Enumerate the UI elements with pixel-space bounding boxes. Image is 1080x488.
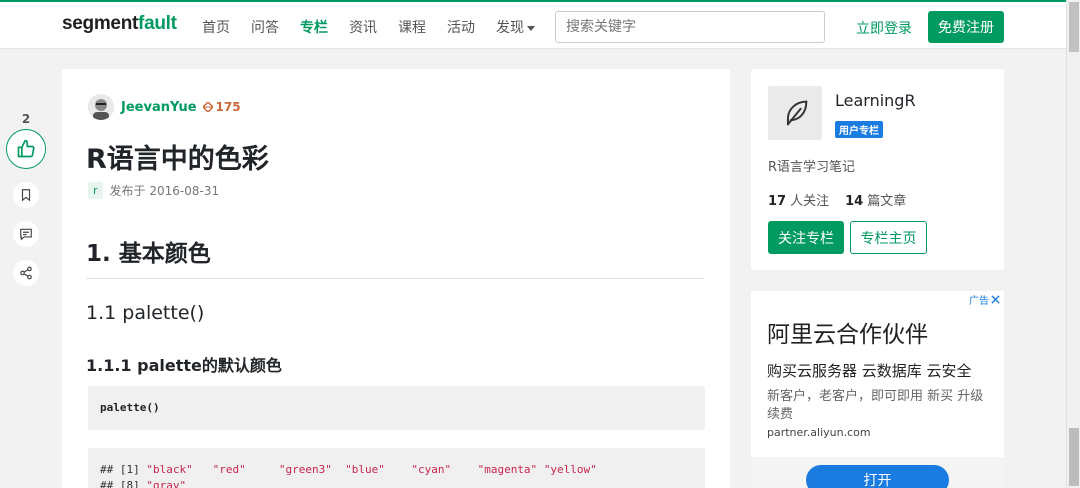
followers-stat: 17 人关注 xyxy=(768,190,829,209)
ad-label-text: 广告 xyxy=(969,296,989,307)
code-block-2: ## [1] "black" "red" "green3" "blue" "cy… xyxy=(88,448,705,488)
code-string: "cyan" xyxy=(411,463,452,476)
comment-button[interactable] xyxy=(13,221,39,247)
followers-count: 17 xyxy=(768,194,787,209)
logo-text-accent: fault xyxy=(138,13,177,34)
share-button[interactable] xyxy=(13,260,39,286)
code-string: "green3" xyxy=(278,463,332,476)
article-actions: 2 xyxy=(4,112,48,286)
feather-icon xyxy=(786,100,808,126)
window-scrollbar[interactable] xyxy=(1066,0,1080,488)
chevron-down-icon xyxy=(527,25,535,31)
like-count: 2 xyxy=(21,112,31,126)
code-block-1: palette() xyxy=(88,386,705,430)
code-output-prefix: ## [8] xyxy=(100,479,147,488)
follow-column-button[interactable]: 关注专栏 xyxy=(768,221,844,254)
author-info: JeevanYue 175 xyxy=(88,94,241,120)
logo-text-main: segment xyxy=(62,13,139,34)
nav-questions[interactable]: 问答 xyxy=(251,17,279,37)
article-meta: r 发布于 2016-08-31 xyxy=(88,182,219,199)
column-stats: 17 人关注 14 篇文章 xyxy=(768,190,906,209)
nav-home[interactable]: 首页 xyxy=(202,17,230,37)
search-input[interactable] xyxy=(555,11,825,43)
main-nav: 首页 问答 专栏 资讯 课程 活动 发现 xyxy=(202,17,556,37)
ad-label[interactable]: 广告 xyxy=(969,292,1000,307)
ad-subtitle: 购买云服务器 云数据库 云安全 xyxy=(767,362,972,380)
scrollbar-thumb[interactable] xyxy=(1069,2,1079,52)
login-link[interactable]: 立即登录 xyxy=(856,18,912,38)
nav-discover[interactable]: 发现 xyxy=(496,17,535,37)
avatar-image xyxy=(88,94,114,120)
followers-label: 人关注 xyxy=(790,194,830,209)
like-button[interactable] xyxy=(6,129,46,169)
code-line: palette() xyxy=(100,401,160,414)
code-string: "red" xyxy=(212,463,246,476)
site-logo[interactable]: segmentfault xyxy=(62,13,177,35)
comment-icon xyxy=(20,228,32,241)
section-heading-2: 1.1 palette() xyxy=(86,302,205,324)
ad-card[interactable]: 广告 阿里云合作伙伴 购买云服务器 云数据库 云安全 新客户，老客户，即可即用 … xyxy=(751,291,1004,488)
avatar[interactable] xyxy=(88,94,114,120)
column-card: LearningR 用户专栏 R语言学习笔记 17 人关注 14 篇文章 关注专栏 … xyxy=(751,69,1004,270)
article-title: R语言中的色彩 xyxy=(86,144,269,175)
code-string: "yellow" xyxy=(543,463,597,476)
publish-date: 发布于 2016-08-31 xyxy=(109,184,220,198)
article-card: JeevanYue 175 R语言中的色彩 r 发布于 2016-08-31 1… xyxy=(62,69,730,488)
section-heading-3: 1.1.1 palette的默认颜色 xyxy=(86,356,282,375)
bookmark-button[interactable] xyxy=(13,182,39,208)
thumbs-up-icon xyxy=(17,139,35,158)
articles-count: 14 xyxy=(845,194,864,209)
code-string: "gray" xyxy=(146,479,187,488)
scrollbar-lower-thumb[interactable] xyxy=(1069,428,1079,486)
bookmark-icon xyxy=(21,189,31,202)
close-icon[interactable] xyxy=(991,295,1000,304)
column-avatar[interactable] xyxy=(768,86,822,140)
article-tag[interactable]: r xyxy=(88,182,103,199)
nav-events[interactable]: 活动 xyxy=(447,17,475,37)
share-icon xyxy=(20,266,32,280)
code-string: "black" xyxy=(146,463,193,476)
code-string: "blue" xyxy=(345,463,385,476)
signup-button[interactable]: 免费注册 xyxy=(928,11,1004,43)
articles-stat: 14 篇文章 xyxy=(845,190,906,209)
reputation-value: 175 xyxy=(215,100,241,114)
reputation: 175 xyxy=(202,100,241,114)
ad-open-button[interactable]: 打开 xyxy=(806,465,949,488)
nav-news[interactable]: 资讯 xyxy=(349,17,377,37)
author-name[interactable]: JeevanYue xyxy=(121,100,197,115)
articles-label: 篇文章 xyxy=(867,194,907,209)
column-description: R语言学习笔记 xyxy=(768,160,856,175)
column-home-button[interactable]: 专栏主页 xyxy=(850,221,927,254)
code-string: "magenta" xyxy=(477,463,538,476)
nav-discover-label: 发现 xyxy=(496,20,524,36)
nav-columns[interactable]: 专栏 xyxy=(300,17,328,37)
reputation-icon xyxy=(202,102,213,112)
ad-title[interactable]: 阿里云合作伙伴 xyxy=(767,315,928,349)
ad-description: 新客户，老客户，即可即用 新买 升级续费 xyxy=(767,389,984,422)
code-output-prefix: ## [1] xyxy=(100,463,147,476)
column-name[interactable]: LearningR xyxy=(835,91,916,110)
ad-url[interactable]: partner.aliyun.com xyxy=(767,426,871,439)
top-navbar: segmentfault 首页 问答 专栏 资讯 课程 活动 发现 立即登录 免… xyxy=(0,0,1066,49)
nav-courses[interactable]: 课程 xyxy=(398,17,426,37)
column-type-badge: 用户专栏 xyxy=(835,121,883,138)
section-heading-1: 1. 基本颜色 xyxy=(86,234,705,279)
